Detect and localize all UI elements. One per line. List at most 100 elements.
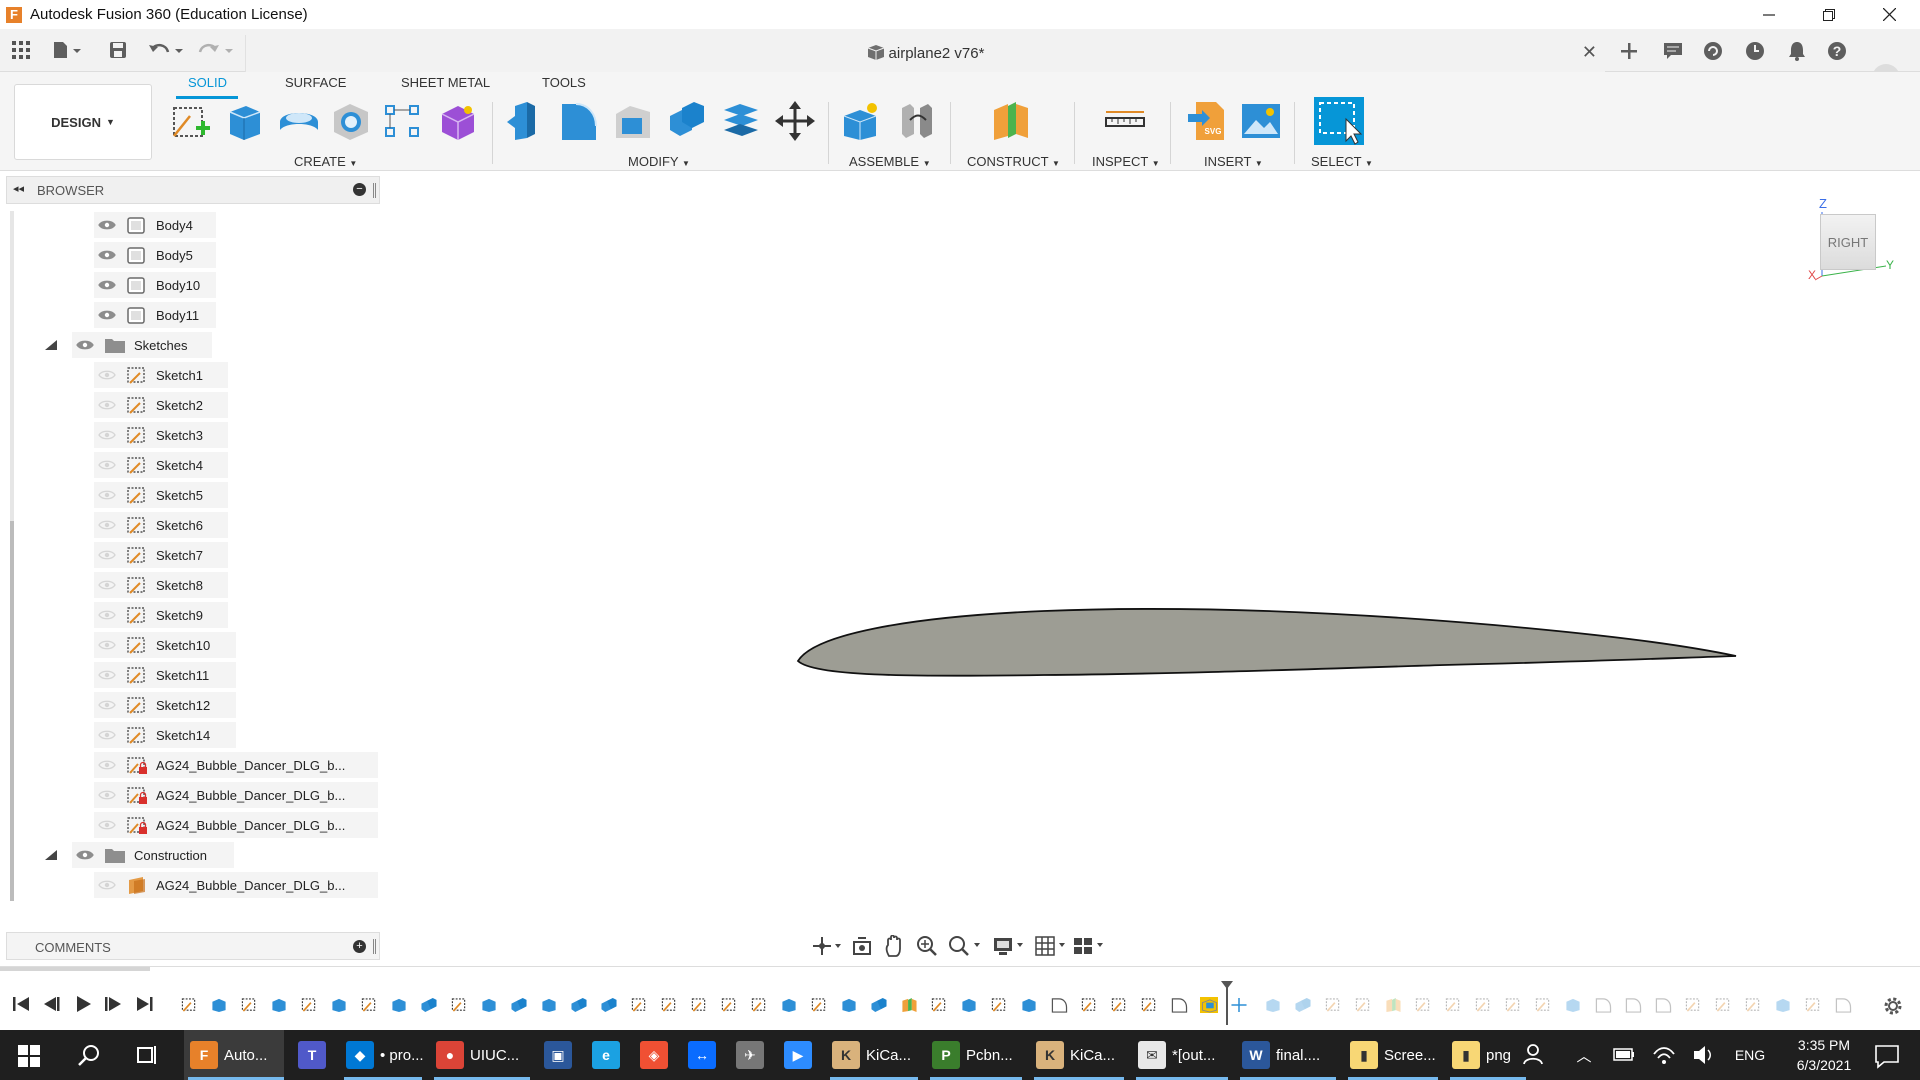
visibility-eye-icon[interactable] bbox=[98, 399, 116, 411]
close-window-button[interactable] bbox=[1860, 0, 1918, 29]
tree-item-sketch[interactable]: Sketch14 bbox=[0, 722, 380, 748]
measure-icon[interactable] bbox=[1104, 100, 1146, 142]
tab-solid[interactable]: SOLID bbox=[188, 75, 227, 90]
go-to-start-icon[interactable] bbox=[10, 993, 32, 1015]
timeline-feature[interactable] bbox=[870, 997, 888, 1013]
taskbar-app-button[interactable]: P Pcbn... bbox=[932, 1030, 1028, 1080]
timeline-feature-suppressed[interactable] bbox=[1474, 997, 1492, 1013]
timeline-feature[interactable] bbox=[420, 997, 438, 1013]
visibility-eye-icon[interactable] bbox=[98, 819, 116, 831]
timeline-feature-suppressed[interactable] bbox=[1384, 997, 1402, 1013]
create-sketch-icon[interactable] bbox=[170, 100, 212, 142]
timeline-feature-suppressed[interactable] bbox=[1294, 997, 1312, 1013]
timeline-feature-suppressed[interactable] bbox=[1354, 997, 1372, 1013]
timeline-feature[interactable] bbox=[510, 997, 528, 1013]
visibility-eye-icon[interactable] bbox=[98, 699, 116, 711]
tree-item-sketch[interactable]: Sketch2 bbox=[0, 392, 380, 418]
tree-item-body[interactable]: Body4 bbox=[0, 212, 380, 238]
windows-start-icon[interactable] bbox=[18, 1045, 40, 1067]
assemble-menu[interactable]: ASSEMBLE ▼ bbox=[849, 154, 931, 169]
minimize-button[interactable] bbox=[1740, 0, 1798, 29]
timeline-feature[interactable] bbox=[1110, 997, 1128, 1013]
taskbar-app-button[interactable]: ◆ • pro... bbox=[346, 1030, 428, 1080]
timeline-feature-suppressed[interactable] bbox=[1324, 997, 1342, 1013]
timeline-marker[interactable] bbox=[1220, 981, 1234, 1025]
timeline-feature[interactable] bbox=[570, 997, 588, 1013]
timeline-feature[interactable] bbox=[390, 997, 408, 1013]
file-menu-button[interactable] bbox=[48, 37, 86, 63]
expand-arrow-icon[interactable] bbox=[44, 339, 58, 351]
tree-item-sketch[interactable]: Sketch4 bbox=[0, 452, 380, 478]
visibility-eye-icon[interactable] bbox=[98, 579, 116, 591]
timeline-feature-suppressed[interactable] bbox=[1264, 997, 1282, 1013]
tree-item-sketch[interactable]: Sketch9 bbox=[0, 602, 380, 628]
tree-item-sketch[interactable]: Sketch5 bbox=[0, 482, 380, 508]
shell-icon[interactable] bbox=[612, 100, 654, 142]
visibility-eye-icon[interactable] bbox=[98, 249, 116, 261]
visibility-eye-icon[interactable] bbox=[98, 729, 116, 741]
visibility-eye-icon[interactable] bbox=[98, 489, 116, 501]
workspace-dropdown[interactable]: DESIGN ▼ bbox=[14, 84, 152, 160]
timeline-feature[interactable] bbox=[360, 997, 378, 1013]
comments-button[interactable] bbox=[1660, 38, 1686, 64]
timeline-feature-suppressed[interactable] bbox=[1774, 997, 1792, 1013]
timeline-feature[interactable] bbox=[480, 997, 498, 1013]
look-at-icon[interactable] bbox=[852, 936, 872, 956]
timeline-feature[interactable] bbox=[330, 997, 348, 1013]
visibility-eye-icon[interactable] bbox=[76, 339, 94, 351]
notifications-button[interactable] bbox=[1784, 38, 1810, 64]
step-back-icon[interactable] bbox=[40, 993, 62, 1015]
tree-item-sketch[interactable]: Sketch11 bbox=[0, 662, 380, 688]
rectangular-pattern-icon[interactable] bbox=[382, 100, 424, 142]
timeline-feature[interactable] bbox=[180, 997, 198, 1013]
save-button[interactable] bbox=[106, 37, 130, 63]
tree-item-construction-plane[interactable]: AG24_Bubble_Dancer_DLG_b... bbox=[0, 872, 380, 898]
timeline-feature-suppressed[interactable] bbox=[1714, 997, 1732, 1013]
tab-surface[interactable]: SURFACE bbox=[285, 75, 346, 90]
taskbar-app-button[interactable]: ✈ bbox=[736, 1030, 776, 1080]
comments-panel[interactable]: COMMENTS + bbox=[6, 932, 380, 960]
timeline-feature[interactable] bbox=[1020, 997, 1038, 1013]
tree-item-sketch[interactable]: Sketch6 bbox=[0, 512, 380, 538]
tab-tools[interactable]: TOOLS bbox=[542, 75, 586, 90]
display-settings-icon[interactable] bbox=[992, 935, 1026, 957]
data-panel-button[interactable] bbox=[8, 37, 34, 63]
timeline-feature-suppressed[interactable] bbox=[1684, 997, 1702, 1013]
task-view-icon[interactable] bbox=[137, 1044, 159, 1066]
hole-icon[interactable] bbox=[330, 100, 372, 142]
visibility-eye-icon[interactable] bbox=[98, 759, 116, 771]
document-tab[interactable]: airplane2 v76* ✕ bbox=[245, 35, 1605, 72]
modify-menu[interactable]: MODIFY ▼ bbox=[628, 154, 690, 169]
joint-icon[interactable] bbox=[896, 100, 938, 142]
show-hidden-icons-icon[interactable]: ︿ bbox=[1572, 1030, 1596, 1080]
timeline-feature-suppressed[interactable] bbox=[1534, 997, 1552, 1013]
restore-button[interactable] bbox=[1800, 0, 1858, 29]
visibility-eye-icon[interactable] bbox=[98, 309, 116, 321]
timeline-feature[interactable] bbox=[540, 997, 558, 1013]
create-form-icon[interactable] bbox=[436, 100, 478, 142]
move-copy-icon[interactable] bbox=[774, 100, 816, 142]
visibility-eye-icon[interactable] bbox=[98, 789, 116, 801]
wifi-icon[interactable] bbox=[1652, 1030, 1676, 1080]
panel-handle-icon[interactable] bbox=[373, 183, 376, 198]
timeline-feature[interactable] bbox=[990, 997, 1008, 1013]
go-to-end-icon[interactable] bbox=[134, 993, 156, 1015]
tree-item-sketch[interactable]: Sketch1 bbox=[0, 362, 380, 388]
timeline-settings-gear-icon[interactable] bbox=[1882, 995, 1904, 1017]
create-menu[interactable]: CREATE ▼ bbox=[294, 154, 357, 169]
insert-svg-icon[interactable]: SVG bbox=[1186, 100, 1228, 142]
fillet-icon[interactable] bbox=[558, 100, 600, 142]
taskbar-app-button[interactable]: ▮ Scree... bbox=[1350, 1030, 1444, 1080]
taskbar-app-button[interactable]: ● UIUC... bbox=[436, 1030, 536, 1080]
taskbar-app-button[interactable]: e bbox=[592, 1030, 632, 1080]
step-forward-icon[interactable] bbox=[102, 993, 124, 1015]
tree-item-sketch[interactable]: Sketch3 bbox=[0, 422, 380, 448]
tree-folder-sketches[interactable]: Sketches bbox=[0, 332, 380, 358]
timeline-feature-suppressed[interactable] bbox=[1834, 997, 1852, 1013]
select-icon[interactable] bbox=[1314, 97, 1364, 145]
tab-sheet-metal[interactable]: SHEET METAL bbox=[401, 75, 490, 90]
viewports-icon[interactable] bbox=[1072, 935, 1106, 957]
job-status-button[interactable] bbox=[1742, 38, 1768, 64]
language-indicator[interactable]: ENG bbox=[1730, 1030, 1770, 1080]
timeline-feature[interactable] bbox=[1200, 997, 1218, 1013]
